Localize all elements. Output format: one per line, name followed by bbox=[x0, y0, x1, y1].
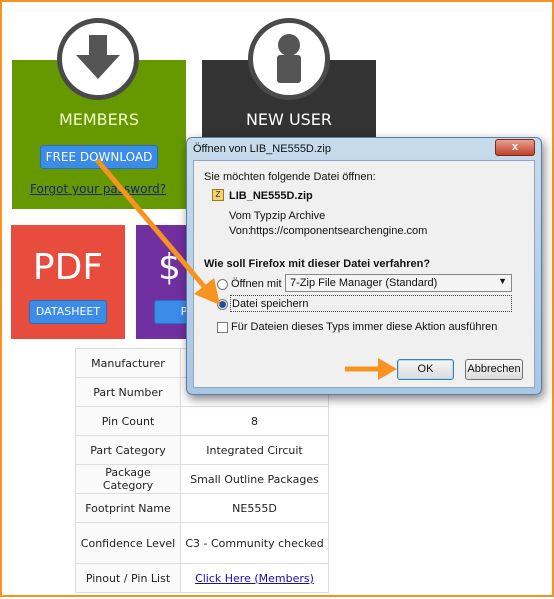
arrow-to-save-icon bbox=[95, 158, 220, 305]
arrow-to-ok-icon bbox=[345, 358, 397, 380]
annotation-arrows bbox=[95, 158, 397, 380]
